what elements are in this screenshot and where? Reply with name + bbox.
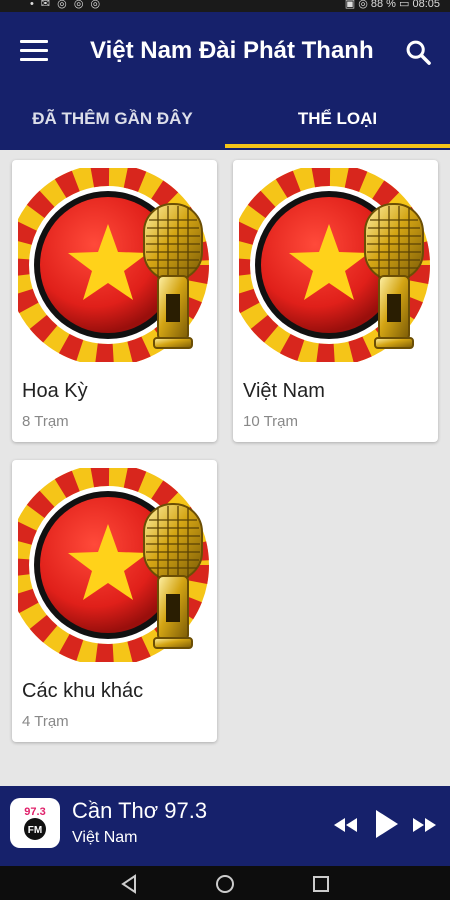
- fast-forward-icon[interactable]: [410, 810, 440, 840]
- station-logo-badge: FM: [28, 825, 42, 836]
- status-bar: • ✉ ◎ ◎ ◎ ▣ ◎ 88 % ▭ 08:05: [0, 0, 450, 12]
- system-nav-bar: [0, 866, 450, 900]
- tab-bar: ĐÃ THÊM GẦN ĐÂY THỂ LOẠI: [0, 94, 450, 150]
- now-playing-subtitle: Việt Nam: [72, 829, 138, 846]
- category-station-count: 4 Trạm: [22, 713, 69, 730]
- station-logo-frequency: 97.3: [24, 806, 45, 818]
- recents-icon[interactable]: [309, 872, 333, 896]
- vietnam-radio-icon: [18, 468, 212, 662]
- category-card-cac-khu-khac[interactable]: Các khu khác 4 Trạm: [12, 460, 217, 742]
- home-icon[interactable]: [213, 872, 237, 896]
- back-icon[interactable]: [117, 872, 141, 896]
- category-station-count: 10 Trạm: [243, 413, 299, 430]
- category-card-hoa-ky[interactable]: Hoa Kỳ 8 Trạm: [12, 160, 217, 442]
- page-title: Việt Nam Đài Phát Thanh: [90, 37, 374, 64]
- vietnam-radio-icon: [239, 168, 433, 362]
- category-title: Hoa Kỳ: [22, 380, 88, 402]
- play-icon[interactable]: [372, 808, 400, 840]
- rewind-icon[interactable]: [330, 810, 360, 840]
- category-title: Các khu khác: [22, 680, 144, 702]
- tab-recently-added[interactable]: ĐÃ THÊM GẦN ĐÂY: [0, 94, 225, 150]
- status-icons-right: ▣ ◎ 88 % ▭ 08:05: [344, 0, 440, 10]
- station-logo: 97.3 FM: [10, 798, 60, 848]
- vietnam-radio-icon: [18, 168, 212, 362]
- category-station-count: 8 Trạm: [22, 413, 69, 430]
- category-title: Việt Nam: [243, 380, 325, 402]
- search-icon[interactable]: [404, 38, 432, 66]
- hamburger-menu-icon[interactable]: [20, 40, 48, 64]
- status-icons-left: • ✉ ◎ ◎ ◎: [30, 0, 103, 10]
- mini-player[interactable]: 97.3 FM Cần Thơ 97.3 Việt Nam: [0, 786, 450, 866]
- tab-categories[interactable]: THỂ LOẠI: [225, 94, 450, 150]
- app-bar: Việt Nam Đài Phát Thanh: [0, 12, 450, 94]
- category-card-viet-nam[interactable]: Việt Nam 10 Trạm: [233, 160, 438, 442]
- now-playing-station: Cần Thơ 97.3: [72, 798, 208, 823]
